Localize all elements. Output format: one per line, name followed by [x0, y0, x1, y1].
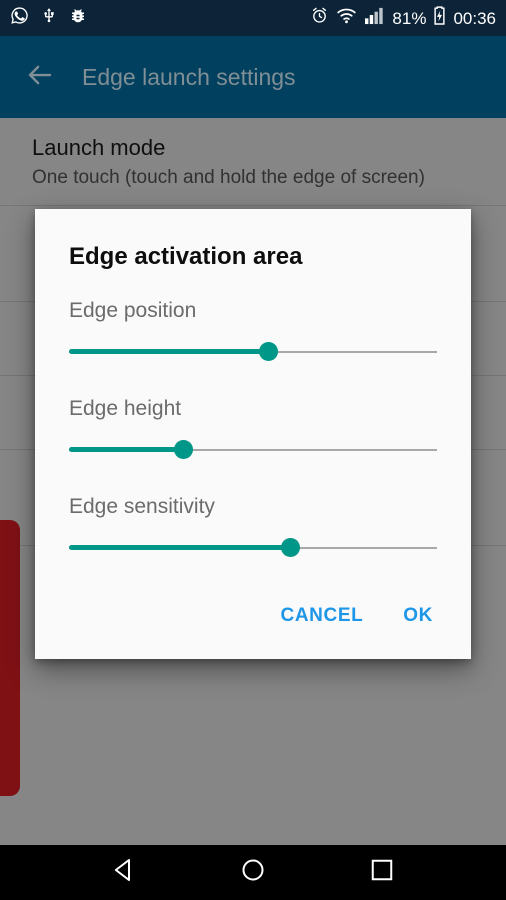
preference-launch-mode[interactable]: Launch mode One touch (touch and hold th…	[0, 118, 506, 206]
dialog-actions: CANCEL OK	[35, 565, 471, 659]
slider-label: Edge position	[69, 299, 197, 322]
battery-percent-label: 81%	[392, 8, 427, 28]
navigation-bar	[0, 845, 506, 900]
cancel-button[interactable]: CANCEL	[265, 595, 380, 637]
edge-activation-area-dialog: Edge activation area Edge position Edge …	[35, 209, 471, 659]
slider-label: Edge sensitivity	[69, 495, 215, 518]
wifi-icon	[336, 6, 357, 30]
alarm-clock-icon	[310, 6, 329, 30]
recents-square-icon	[367, 855, 397, 890]
android-debug-bug-icon	[69, 6, 87, 30]
arrow-back-icon	[25, 60, 55, 95]
slider-edge-position[interactable]	[69, 335, 437, 369]
phone-screen: Launch mode One touch (touch and hold th…	[0, 0, 506, 900]
nav-home-button[interactable]	[223, 850, 283, 896]
whatsapp-icon	[10, 6, 29, 30]
home-circle-icon	[238, 855, 268, 890]
nav-recents-button[interactable]	[352, 850, 412, 896]
usb-icon	[41, 6, 57, 30]
app-bar: Edge launch settings	[0, 36, 506, 118]
dialog-title: Edge activation area	[69, 243, 303, 270]
slider-edge-height-block: Edge height	[35, 397, 471, 467]
slider-fill	[69, 349, 268, 354]
cellular-signal-icon	[364, 6, 385, 30]
preference-summary: One touch (touch and hold the edge of sc…	[32, 167, 425, 188]
page-title: Edge launch settings	[82, 63, 296, 90]
battery-charging-icon	[433, 5, 446, 31]
status-bar-notifications	[10, 6, 87, 30]
edge-activation-indicator[interactable]	[0, 520, 20, 796]
slider-fill	[69, 447, 184, 452]
slider-edge-height[interactable]	[69, 433, 437, 467]
slider-label: Edge height	[69, 397, 182, 420]
back-button[interactable]	[14, 51, 66, 103]
slider-edge-position-block: Edge position	[35, 299, 471, 369]
nav-back-button[interactable]	[94, 850, 154, 896]
slider-edge-sensitivity[interactable]	[69, 531, 437, 565]
slider-edge-sensitivity-block: Edge sensitivity	[35, 495, 471, 565]
slider-thumb[interactable]	[280, 538, 300, 557]
back-triangle-icon	[109, 855, 139, 890]
slider-fill	[69, 545, 290, 550]
slider-thumb[interactable]	[174, 440, 194, 459]
preference-title: Launch mode	[32, 135, 166, 160]
status-bar: 81% 00:36	[0, 0, 506, 36]
status-bar-system-icons: 81% 00:36	[310, 5, 496, 31]
slider-thumb[interactable]	[258, 342, 278, 361]
clock-label: 00:36	[453, 8, 496, 28]
ok-button[interactable]: OK	[387, 595, 449, 637]
